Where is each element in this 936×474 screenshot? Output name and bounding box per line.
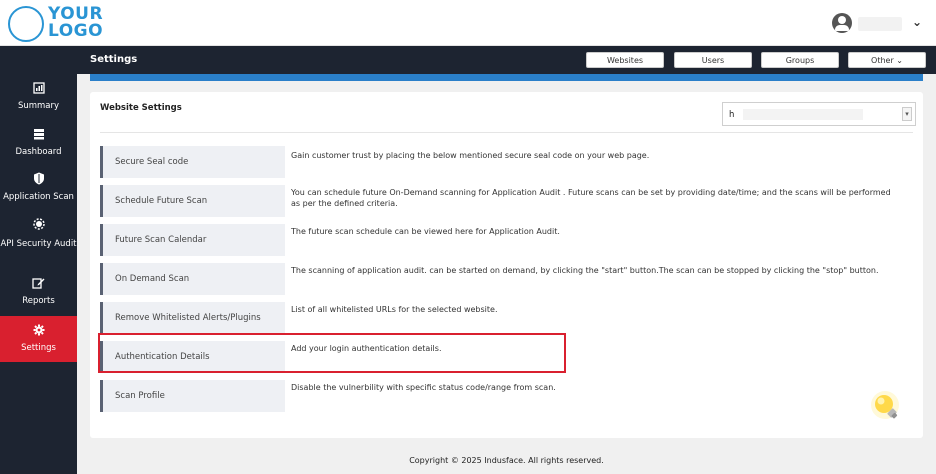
settings-item-description: The future scan schedule can be viewed h… — [291, 227, 560, 236]
sidebar-item-label: Reports — [22, 296, 55, 306]
sidebar-item-label: Summary — [17, 101, 60, 111]
sidebar-item-application-scan[interactable]: Application Scan — [0, 172, 77, 212]
logo-text: YOUR LOGO — [48, 6, 103, 40]
settings-item-description: List of all whitelisted URLs for the sel… — [291, 305, 498, 314]
select-arrow-icon[interactable]: ▾ — [902, 107, 912, 121]
sidebar-item-reports[interactable]: Reports — [0, 276, 77, 316]
website-select-redacted — [743, 109, 863, 120]
tab-groups[interactable]: Groups — [761, 52, 839, 68]
sidebar: Summary Dashboard Application Scan API S… — [0, 46, 77, 474]
tab-other-dropdown[interactable]: Other ⌄ — [848, 52, 926, 68]
top-header: YOUR LOGO ⌄ — [0, 0, 936, 46]
settings-item-secure-seal-code[interactable]: Secure Seal code — [100, 146, 285, 178]
highlight-box — [98, 333, 566, 373]
settings-item-description: Disable the vulnerbility with specific s… — [291, 383, 556, 392]
accent-strip — [90, 74, 923, 81]
settings-item-schedule-future-scan[interactable]: Schedule Future Scan — [100, 185, 285, 217]
sidebar-item-label: Settings — [21, 343, 56, 353]
sidebar-item-dashboard[interactable]: Dashboard — [0, 128, 77, 168]
lightbulb-icon[interactable] — [868, 388, 908, 428]
shield-icon — [0, 172, 77, 188]
user-menu[interactable]: ⌄ — [832, 13, 922, 35]
sidebar-item-label: Application Scan — [3, 192, 74, 202]
sidebar-item-label: Dashboard — [15, 147, 62, 157]
settings-item-scan-profile[interactable]: Scan Profile — [100, 380, 285, 412]
website-select[interactable]: h ▾ — [722, 102, 916, 126]
tab-websites[interactable]: Websites — [586, 52, 664, 68]
card-title: Website Settings — [100, 103, 182, 113]
settings-item-description: The scanning of application audit. can b… — [291, 266, 879, 275]
divider — [100, 132, 913, 133]
company-logo[interactable]: YOUR LOGO — [8, 6, 103, 42]
settings-item-remove-whitelisted[interactable]: Remove Whitelisted Alerts/Plugins — [100, 302, 285, 334]
user-name-redacted — [858, 17, 902, 31]
edit-icon — [0, 276, 77, 292]
settings-item-description: You can schedule future On-Demand scanni… — [291, 188, 891, 208]
footer-copyright: Copyright © 2025 Indusface. All rights r… — [409, 456, 604, 465]
settings-item-future-scan-calendar[interactable]: Future Scan Calendar — [100, 224, 285, 256]
sidebar-item-label: API Security Audit — [0, 239, 77, 249]
page-title: Settings — [90, 54, 138, 65]
user-avatar-icon[interactable] — [832, 13, 852, 33]
sidebar-item-summary[interactable]: Summary — [0, 82, 77, 122]
sidebar-item-settings[interactable]: Settings — [0, 316, 77, 362]
sidebar-item-api-security-audit[interactable]: API Security Audit — [0, 216, 77, 268]
settings-item-on-demand-scan[interactable]: On Demand Scan — [100, 263, 285, 295]
tab-users[interactable]: Users — [674, 52, 752, 68]
website-select-value: h — [729, 110, 735, 120]
dashboard-icon — [0, 128, 77, 143]
logo-ring-icon — [8, 6, 44, 42]
api-icon — [0, 216, 77, 235]
title-bar: Settings Websites Users Groups Other ⌄ — [77, 46, 936, 74]
website-settings-card: Website Settings h ▾ Secure Seal code Ga… — [90, 92, 923, 438]
settings-item-description: Gain customer trust by placing the below… — [291, 151, 650, 160]
gear-icon — [0, 324, 77, 339]
logo-line-2: LOGO — [48, 21, 104, 41]
chevron-down-icon[interactable]: ⌄ — [912, 15, 922, 29]
summary-icon — [0, 82, 77, 97]
